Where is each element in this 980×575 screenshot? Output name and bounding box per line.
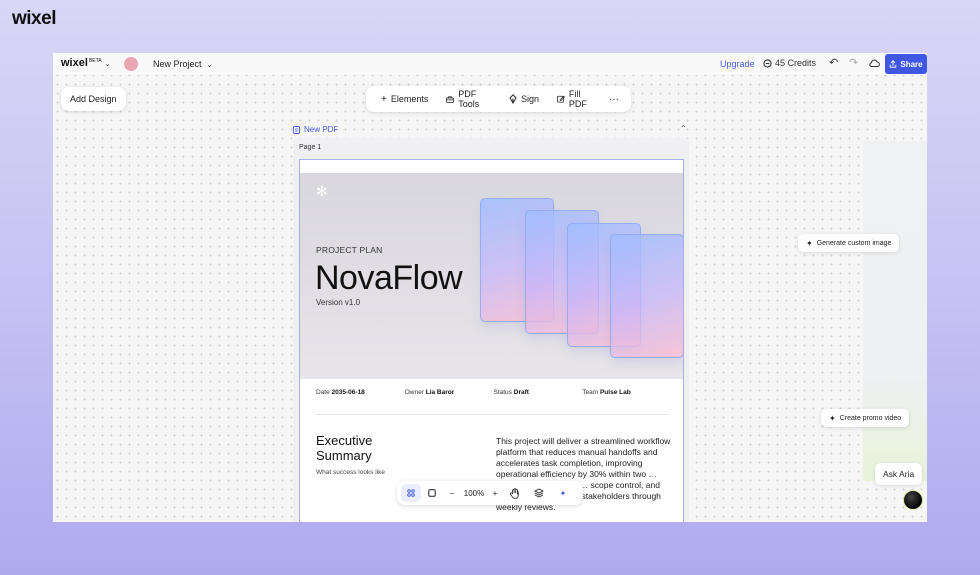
zoom-level[interactable]: 100% (461, 484, 487, 502)
pen-nib-icon (509, 94, 517, 104)
undo-icon[interactable]: ↶ (829, 58, 838, 69)
document-icon (293, 125, 300, 134)
create-promo-video-button[interactable]: ✦ Create promo video (821, 409, 910, 427)
executive-summary-title[interactable]: Executive Summary (316, 433, 396, 463)
credits-indicator[interactable]: 45 Credits (763, 58, 816, 68)
executive-summary-subtitle[interactable]: What success looks like (316, 469, 385, 476)
promo-video-label: Create promo video (839, 414, 902, 422)
sign-label: Sign (520, 94, 539, 104)
aria-assistant-orb[interactable] (903, 490, 923, 510)
hero-section: ✻ PROJECT PLAN NovaFlow Version v1.0 (300, 173, 683, 379)
redo-icon[interactable]: ↷ (849, 58, 858, 69)
hero-title[interactable]: NovaFlow (315, 259, 463, 298)
pdf-tools-button[interactable]: PDF Tools (437, 86, 500, 112)
divider (316, 414, 669, 415)
ask-aria-button[interactable]: Ask Aria (875, 463, 923, 485)
hand-pan-icon[interactable] (503, 484, 527, 502)
chevron-down-icon: ⌄ (206, 62, 213, 69)
asterisk-logo-icon: ✻ (316, 183, 328, 199)
meta-row: Date 2035-06-18 Owner Lia Baror Status D… (316, 389, 671, 396)
share-button[interactable]: Share (885, 54, 927, 74)
zoom-in-button[interactable]: + (487, 484, 503, 502)
credits-icon (763, 58, 772, 68)
generate-image-label: Generate custom image (816, 239, 892, 247)
grid-view-icon[interactable] (401, 484, 421, 502)
single-page-icon[interactable] (421, 484, 443, 502)
edit-icon (557, 95, 565, 103)
avatar[interactable] (124, 57, 138, 71)
sparkle-icon: ✦ (806, 238, 813, 248)
bottom-toolbar: − 100% + ✦ (397, 481, 583, 505)
cloud-sync-icon[interactable] (868, 58, 880, 71)
layers-icon[interactable] (527, 484, 551, 502)
hero-kicker[interactable]: PROJECT PLAN (316, 245, 382, 255)
share-icon (890, 60, 897, 68)
more-options-button[interactable]: ··· (603, 86, 625, 112)
document-tab-label: New PDF (304, 125, 339, 134)
fill-pdf-button[interactable]: Fill PDF (548, 86, 603, 112)
plus-icon: + (381, 93, 387, 105)
generate-custom-image-button[interactable]: ✦ Generate custom image (798, 234, 900, 252)
side-preview-panel (863, 141, 927, 481)
editor-window: wixel BETA ⌄ New Project ⌄ Upgrade 45 Cre… (53, 53, 927, 522)
sign-button[interactable]: Sign (500, 86, 548, 112)
app-logo-text: wixel (61, 57, 88, 69)
document-tab[interactable]: New PDF (293, 125, 338, 134)
meta-date[interactable]: Date 2035-06-18 (316, 389, 405, 396)
ai-sparkle-icon[interactable]: ✦ (551, 484, 575, 502)
meta-owner[interactable]: Owner Lia Baror (405, 389, 494, 396)
top-bar: wixel BETA ⌄ New Project ⌄ Upgrade 45 Cre… (53, 53, 927, 75)
pdf-page[interactable]: ✻ PROJECT PLAN NovaFlow Version v1.0 Dat… (299, 159, 684, 522)
beta-badge: BETA (88, 58, 102, 64)
pdf-tools-label: PDF Tools (458, 89, 480, 109)
project-name-menu[interactable]: New Project ⌄ (153, 59, 212, 69)
sparkle-icon: ✦ (829, 413, 836, 423)
toolbox-icon (446, 95, 455, 103)
share-label: Share (900, 59, 923, 69)
zoom-out-button[interactable]: − (443, 484, 461, 502)
brand-logo: wixel (12, 8, 56, 29)
hero-version[interactable]: Version v1.0 (316, 298, 360, 307)
floating-toolbar: + Elements PDF Tools Sign Fill PDF ··· (366, 86, 631, 112)
add-design-button[interactable]: Add Design (61, 87, 126, 111)
upgrade-link[interactable]: Upgrade (720, 59, 755, 69)
elements-button[interactable]: + Elements (372, 86, 437, 112)
meta-status[interactable]: Status Draft (494, 389, 583, 396)
chevron-down-icon: ⌄ (104, 61, 111, 68)
page-label: Page 1 (299, 144, 322, 151)
credits-label: 45 Credits (775, 58, 817, 68)
fill-pdf-label: Fill PDF (568, 89, 587, 109)
expand-collapse-icon[interactable]: ⌃ (680, 124, 687, 133)
elements-label: Elements (390, 94, 429, 104)
meta-team[interactable]: Team Pulse Lab (582, 389, 671, 396)
project-name: New Project (153, 59, 202, 69)
glass-panel-image (610, 234, 683, 358)
app-logo-menu[interactable]: wixel BETA ⌄ (61, 57, 110, 69)
